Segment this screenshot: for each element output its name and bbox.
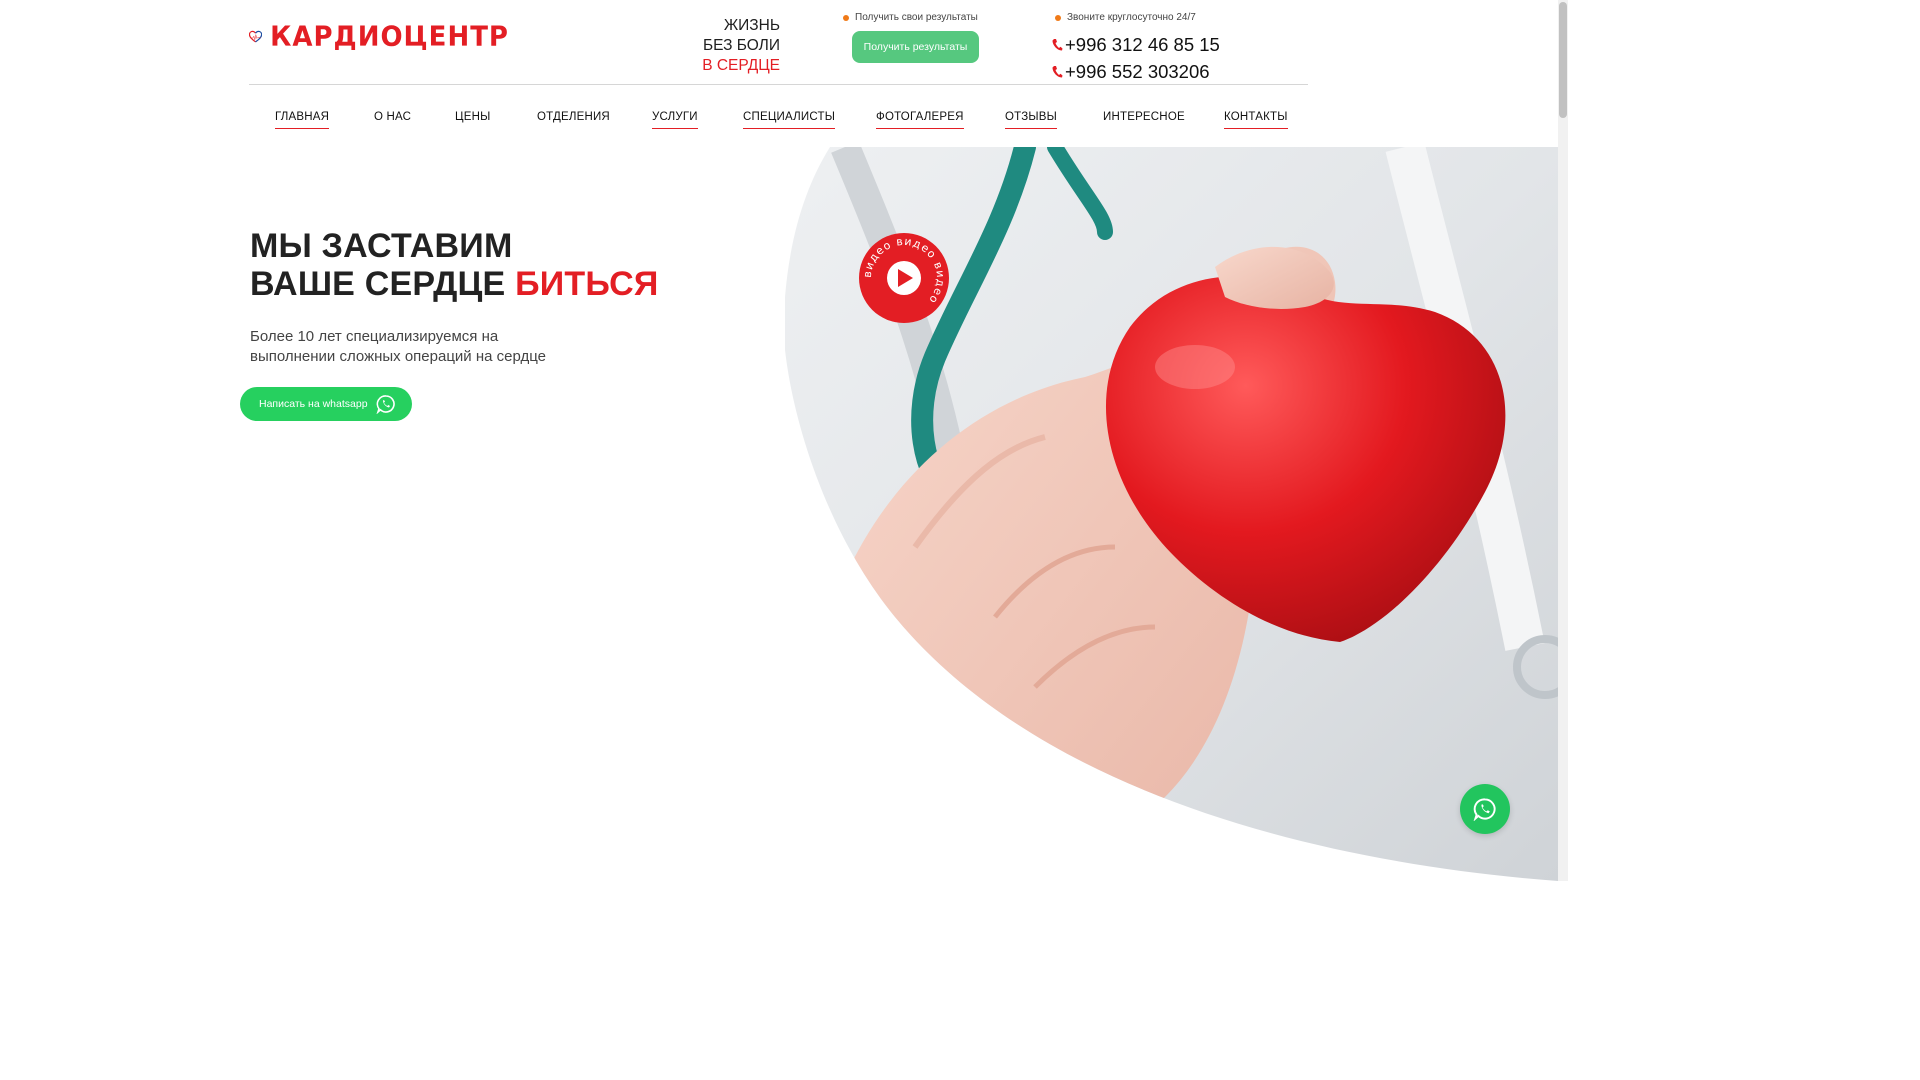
orange-dot-icon — [843, 14, 849, 21]
hero-title: МЫ ЗАСТАВИМ ВАШЕ СЕРДЦЕ БИТЬСЯ — [250, 227, 659, 303]
nav-item-reviews[interactable]: ОТЗЫВЫ — [1005, 111, 1058, 129]
whatsapp-float-button[interactable] — [1460, 784, 1510, 834]
phone-icon — [1052, 66, 1063, 78]
main-nav: ГЛАВНАЯ О НАС ЦЕНЫ ОТДЕЛЕНИЯ УСЛУГИ СПЕЦ… — [249, 111, 1308, 135]
page-scrollbar[interactable] — [1558, 0, 1568, 881]
nav-item-prices[interactable]: ЦЕНЫ — [455, 111, 490, 128]
hero-description-line-2: выполнении сложных операций на сердце — [250, 348, 546, 365]
hero-title-line-1: МЫ ЗАСТАВИМ — [250, 227, 513, 265]
whatsapp-button-label: Написать на whatsapp — [259, 398, 368, 410]
contacts-note-text: Звоните круглосуточно 24/7 — [1067, 12, 1196, 23]
hero-description: Более 10 лет специализируемся на выполне… — [250, 327, 570, 367]
nav-item-services[interactable]: УСЛУГИ — [652, 111, 698, 129]
phone-link-2[interactable]: +996 552 303206 — [1051, 61, 1210, 83]
nav-item-departments[interactable]: ОТДЕЛЕНИЯ — [537, 111, 610, 128]
site-logo[interactable]: КАРДИОЦЕНТР — [249, 12, 509, 62]
whatsapp-icon — [1473, 798, 1496, 821]
slogan: ЖИЗНЬ БЕЗ БОЛИ В СЕРДЦЕ — [690, 16, 780, 76]
phone-number-1: +996 312 46 85 15 — [1065, 34, 1220, 55]
brand-name: КАРДИОЦЕНТР — [270, 21, 509, 53]
results-note-text: Получить свои результаты — [855, 12, 978, 23]
slogan-line-2: БЕЗ БОЛИ — [702, 37, 780, 54]
whatsapp-icon — [376, 395, 395, 414]
nav-item-about[interactable]: О НАС — [374, 111, 411, 128]
contacts-note: Звоните круглосуточно 24/7 — [1055, 12, 1255, 23]
nav-item-interesting[interactable]: ИНТЕРЕСНОЕ — [1103, 111, 1185, 128]
hero-title-accent: БИТЬСЯ — [515, 265, 659, 303]
logo-heart-icon — [249, 30, 263, 43]
slogan-line-1: ЖИЗНЬ — [723, 17, 780, 34]
results-note: Получить свои результаты — [843, 12, 983, 23]
slogan-line-3: В СЕРДЦЕ — [702, 57, 780, 74]
nav-item-specialists[interactable]: СПЕЦИАЛИСТЫ — [743, 111, 836, 129]
scrollbar-thumb[interactable] — [1559, 2, 1567, 118]
phone-link-1[interactable]: +996 312 46 85 15 — [1051, 34, 1220, 56]
phone-icon — [1052, 39, 1063, 51]
hero-description-line-1: Более 10 лет специализируемся на — [250, 328, 499, 345]
header-divider — [249, 84, 1308, 85]
get-results-button[interactable]: Получить результаты — [852, 31, 979, 63]
results-block: Получить свои результаты Получить резуль… — [843, 12, 983, 63]
contacts-block: Звоните круглосуточно 24/7 +996 312 46 8… — [1052, 12, 1255, 82]
orange-dot-icon — [1055, 14, 1061, 21]
video-play-button[interactable]: видео видео видео — [858, 232, 950, 324]
hero-title-line-2: ВАШЕ СЕРДЦЕ — [250, 265, 506, 303]
phone-number-2: +996 552 303206 — [1065, 61, 1210, 82]
nav-item-gallery[interactable]: ФОТОГАЛЕРЕЯ — [876, 111, 964, 129]
nav-item-contacts[interactable]: КОНТАКТЫ — [1224, 111, 1288, 129]
whatsapp-button[interactable]: Написать на whatsapp — [240, 387, 412, 421]
nav-item-home[interactable]: ГЛАВНАЯ — [275, 111, 330, 129]
